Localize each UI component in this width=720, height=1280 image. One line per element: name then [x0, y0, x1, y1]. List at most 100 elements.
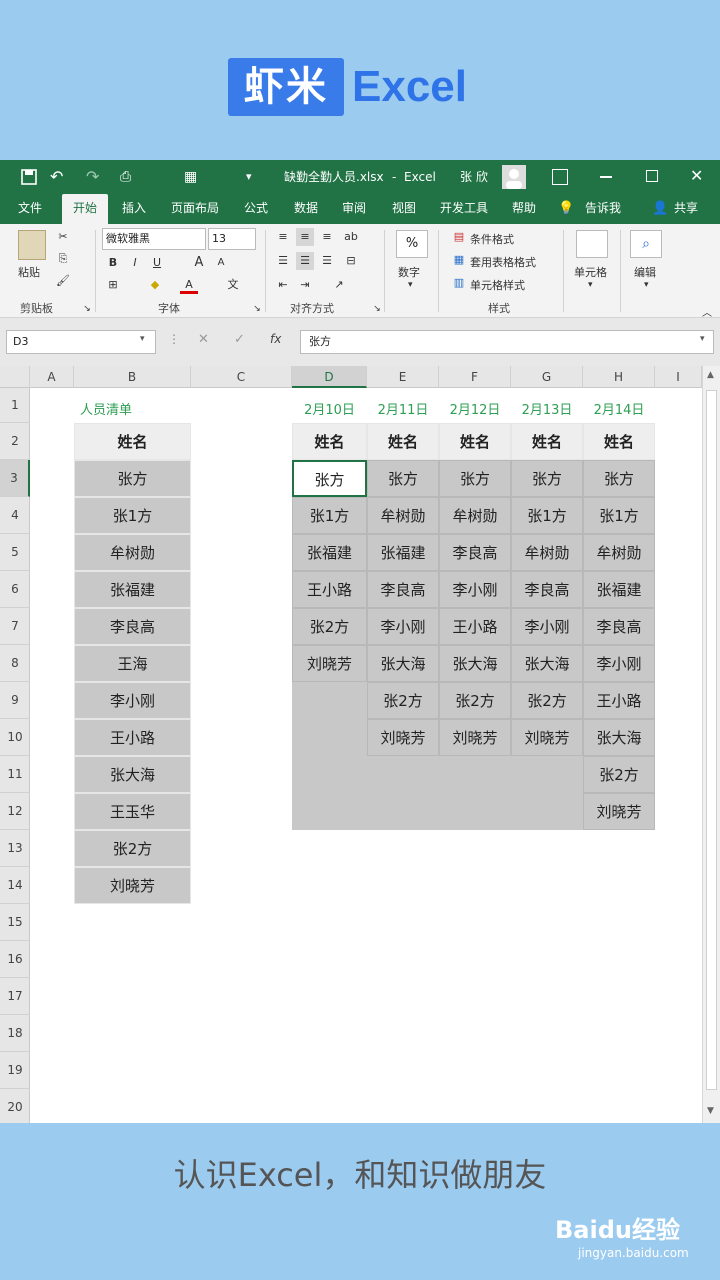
tell-me[interactable]: 告诉我	[578, 194, 628, 224]
attendance-cell[interactable]: 张福建	[583, 571, 655, 608]
align-middle-icon[interactable]: ≡	[296, 228, 314, 246]
row-header-2[interactable]: 2	[0, 423, 30, 460]
row-header-16[interactable]: 16	[0, 941, 30, 978]
tab-developer[interactable]: 开发工具	[434, 194, 494, 224]
attendance-cell[interactable]: 张福建	[367, 534, 439, 571]
date-header[interactable]: 2月12日	[439, 400, 511, 422]
scroll-up-icon[interactable]: ▲	[707, 370, 714, 380]
staff-cell[interactable]: 张2方	[74, 830, 191, 867]
cut-icon[interactable]: ✂	[54, 228, 72, 246]
date-header[interactable]: 2月14日	[583, 400, 655, 422]
enter-icon[interactable]: ✓	[234, 332, 245, 347]
attendance-cell[interactable]: 李良高	[511, 571, 583, 608]
row-header-18[interactable]: 18	[0, 1015, 30, 1052]
row-header-20[interactable]: 20	[0, 1089, 30, 1123]
row-header-15[interactable]: 15	[0, 904, 30, 941]
name-header[interactable]: 姓名	[74, 423, 191, 460]
date-header[interactable]: 2月11日	[367, 400, 439, 422]
tab-file[interactable]: 文件	[10, 194, 50, 224]
collapse-ribbon-icon[interactable]: ︿	[702, 304, 712, 319]
attendance-cell[interactable]: 张方	[367, 460, 439, 497]
cell-style-button[interactable]: 单元格样式	[470, 277, 525, 293]
align-right-icon[interactable]: ☰	[318, 252, 336, 270]
font-name-select[interactable]: 微软雅黑	[102, 228, 206, 250]
attendance-cell[interactable]: 张方	[439, 460, 511, 497]
attendance-cell[interactable]: 张1方	[292, 497, 367, 534]
tab-formulas[interactable]: 公式	[236, 194, 276, 224]
row-header-1[interactable]: 1	[0, 388, 30, 423]
attendance-cell[interactable]: 张2方	[511, 682, 583, 719]
staff-cell[interactable]: 张1方	[74, 497, 191, 534]
staff-cell[interactable]: 王海	[74, 645, 191, 682]
row-header-3[interactable]: 3	[0, 460, 30, 497]
row-header-13[interactable]: 13	[0, 830, 30, 867]
row-header-11[interactable]: 11	[0, 756, 30, 793]
cell-style-icon[interactable]: ▥	[450, 274, 468, 292]
attendance-cell[interactable]: 刘晓芳	[367, 719, 439, 756]
undo-icon[interactable]: ↶	[50, 168, 70, 186]
col-header-E[interactable]: E	[367, 366, 439, 388]
cells-dropdown-icon[interactable]: ▾	[588, 280, 593, 290]
attendance-cell[interactable]: 张方	[511, 460, 583, 497]
staff-cell[interactable]: 李小刚	[74, 682, 191, 719]
attendance-cell[interactable]: 张方	[583, 460, 655, 497]
attendance-cell[interactable]: 李小刚	[583, 645, 655, 682]
font-shrink-button[interactable]: A	[212, 254, 230, 272]
name-header[interactable]: 姓名	[511, 423, 583, 460]
tab-help[interactable]: 帮助	[504, 194, 544, 224]
cancel-icon[interactable]: ✕	[198, 332, 209, 347]
font-size-select[interactable]: 13	[208, 228, 256, 250]
editing-button[interactable]: 编辑	[634, 264, 656, 280]
col-header-G[interactable]: G	[511, 366, 583, 388]
table-format-button[interactable]: 套用表格格式	[470, 254, 536, 270]
align-bottom-icon[interactable]: ≡	[318, 228, 336, 246]
staff-cell[interactable]: 王小路	[74, 719, 191, 756]
attendance-cell[interactable]: 张1方	[511, 497, 583, 534]
tab-insert[interactable]: 插入	[114, 194, 154, 224]
row-header-4[interactable]: 4	[0, 497, 30, 534]
attendance-cell[interactable]: 刘晓芳	[511, 719, 583, 756]
row-header-6[interactable]: 6	[0, 571, 30, 608]
attendance-cell[interactable]: 李良高	[583, 608, 655, 645]
attendance-cell[interactable]: 李良高	[439, 534, 511, 571]
staff-cell[interactable]: 张大海	[74, 756, 191, 793]
row-header-12[interactable]: 12	[0, 793, 30, 830]
tab-view[interactable]: 视图	[384, 194, 424, 224]
tab-data[interactable]: 数据	[286, 194, 326, 224]
scroll-down-icon[interactable]: ▼	[707, 1106, 714, 1116]
attendance-cell[interactable]: 王小路	[292, 571, 367, 608]
maximize-icon[interactable]	[646, 170, 658, 182]
print-preview-icon[interactable]: ⎙	[120, 168, 138, 186]
increase-indent-icon[interactable]: ⇥	[296, 276, 314, 294]
fill-color-icon[interactable]: ◆	[146, 276, 164, 294]
wrap-text-icon[interactable]: ab	[342, 228, 360, 246]
attendance-cell[interactable]: 张2方	[367, 682, 439, 719]
cells-icon[interactable]	[576, 230, 608, 258]
staff-cell[interactable]: 张福建	[74, 571, 191, 608]
row-header-19[interactable]: 19	[0, 1052, 30, 1089]
staff-cell[interactable]: 刘晓芳	[74, 867, 191, 904]
attendance-cell[interactable]: 张2方	[583, 756, 655, 793]
redo-icon[interactable]: ↷	[86, 168, 106, 186]
attendance-cell[interactable]: 刘晓芳	[583, 793, 655, 830]
staff-cell[interactable]: 牟树勋	[74, 534, 191, 571]
row-header-10[interactable]: 10	[0, 719, 30, 756]
attendance-cell[interactable]: 李小刚	[367, 608, 439, 645]
row-header-14[interactable]: 14	[0, 867, 30, 904]
col-header-D[interactable]: D	[292, 366, 367, 388]
formula-expand-icon[interactable]: ▾	[700, 334, 705, 344]
attendance-cell[interactable]: 张大海	[367, 645, 439, 682]
share-button[interactable]: 共享	[668, 194, 704, 224]
conditional-format-button[interactable]: 条件格式	[470, 231, 514, 247]
row-header-5[interactable]: 5	[0, 534, 30, 571]
tab-home[interactable]: 开始	[62, 194, 108, 224]
row-header-7[interactable]: 7	[0, 608, 30, 645]
border-icon[interactable]: ⊞	[104, 276, 122, 294]
attendance-cell[interactable]: 张2方	[292, 608, 367, 645]
select-all-corner[interactable]	[0, 366, 30, 388]
formula-input[interactable]: 张方	[300, 330, 714, 354]
align-center-icon[interactable]: ☰	[296, 252, 314, 270]
orientation-icon[interactable]: ↗	[330, 276, 348, 294]
minimize-icon[interactable]	[600, 176, 612, 178]
name-header[interactable]: 姓名	[292, 423, 367, 460]
